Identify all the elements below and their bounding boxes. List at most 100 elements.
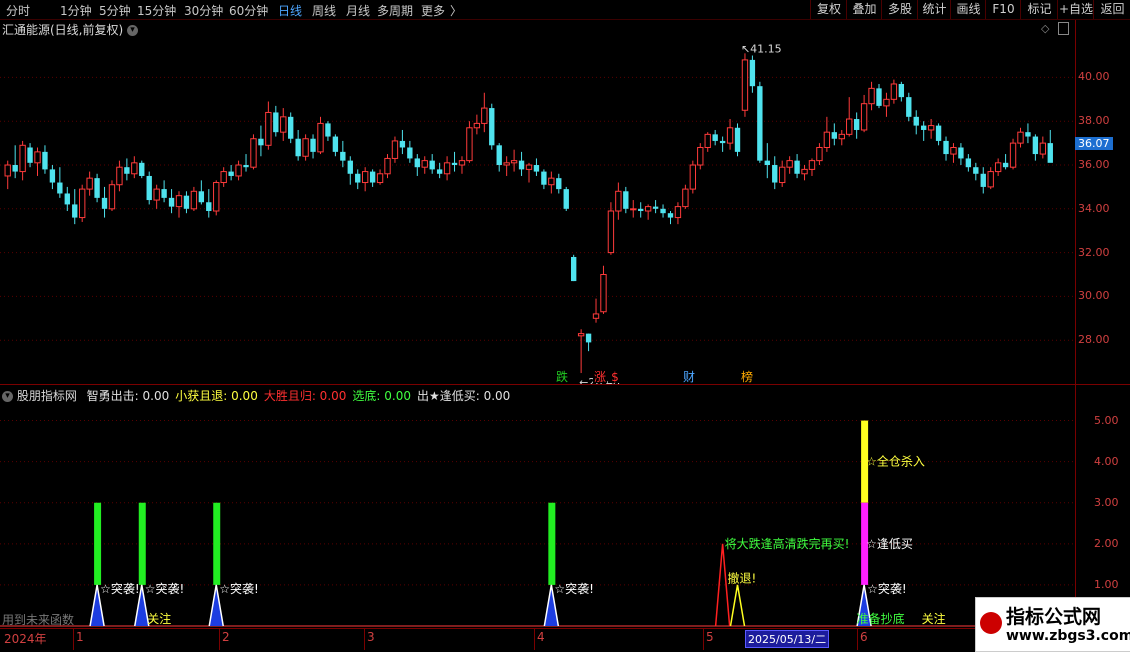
candle-body xyxy=(712,134,718,141)
candle-body xyxy=(726,127,734,144)
candle-body xyxy=(57,182,63,194)
candle-body xyxy=(823,131,831,148)
candle-body xyxy=(719,140,726,144)
candle-body xyxy=(1047,143,1053,163)
candle-body xyxy=(987,171,994,188)
candle-body xyxy=(206,202,212,211)
candle-body xyxy=(541,171,547,185)
indicator-tick-label: 5.00 xyxy=(1094,413,1119,427)
candle-body xyxy=(556,178,562,190)
toolbar-button-0[interactable]: 复权 xyxy=(810,0,847,19)
date-divider xyxy=(857,629,858,650)
toolbar-button-4[interactable]: 画线 xyxy=(950,0,986,19)
candle-body xyxy=(64,193,70,205)
candle-body xyxy=(198,191,205,203)
low-buy-label: ☆逢低买 xyxy=(866,537,913,551)
date-label: 1 xyxy=(76,630,84,644)
period-tab-3[interactable]: 15分钟 xyxy=(137,2,176,19)
toolbar-button-7[interactable]: +自选 xyxy=(1057,0,1094,19)
toolbar-button-8[interactable]: 返回 xyxy=(1093,0,1130,19)
candle-body xyxy=(533,165,540,172)
panel-toggle-icon[interactable] xyxy=(1058,22,1069,35)
date-divider xyxy=(364,629,365,650)
diamond-icon[interactable]: ◇ xyxy=(1041,22,1049,35)
attack-label: ☆突袭! xyxy=(145,581,185,596)
candle-body xyxy=(734,127,741,152)
candle-body xyxy=(615,190,622,212)
candle-body xyxy=(630,208,637,211)
indicator-tick-label: 1.00 xyxy=(1094,577,1119,591)
period-tab-5[interactable]: 60分钟 xyxy=(229,2,268,19)
candle-body xyxy=(965,158,972,168)
candle-body xyxy=(168,197,175,207)
candle-body xyxy=(779,166,786,184)
period-tab-0[interactable]: 分时 xyxy=(6,2,30,19)
toolbar-button-1[interactable]: 叠加 xyxy=(846,0,882,19)
event-marker[interactable]: 榜 xyxy=(740,369,754,384)
event-marker[interactable]: $ xyxy=(608,369,622,384)
candle-body xyxy=(1032,136,1039,155)
candle-body xyxy=(525,164,533,170)
period-tab-10[interactable]: 更多 xyxy=(421,2,445,19)
candle-body xyxy=(674,206,682,219)
period-tab-1[interactable]: 1分钟 xyxy=(60,2,92,19)
candle-body xyxy=(846,118,853,135)
candle-body xyxy=(667,213,674,218)
candle-body xyxy=(79,188,86,219)
candle-body xyxy=(473,122,481,129)
candle-body xyxy=(927,125,935,131)
retreat-peak xyxy=(729,584,746,627)
event-marker[interactable]: 财 xyxy=(682,369,696,384)
title-dropdown-icon[interactable]: ▾ xyxy=(127,25,139,36)
candle-body xyxy=(288,116,294,139)
candle-body xyxy=(12,165,18,172)
price-chart[interactable]: ↖41.15←26.48跌涨$财榜 xyxy=(0,38,1075,384)
candle-body xyxy=(1017,131,1024,144)
indicator-chart[interactable]: ☆全仓杀入☆全仓杀入☆全仓杀入☆突袭!☆突袭!☆突袭!☆突袭!☆突袭!☆突袭!☆… xyxy=(0,400,1075,628)
event-marker[interactable]: 跌 xyxy=(555,369,569,384)
candle-body xyxy=(489,108,495,146)
candle-body xyxy=(265,111,272,146)
candle-body xyxy=(94,178,100,198)
candle-body xyxy=(592,313,600,319)
candle-body xyxy=(950,146,957,155)
event-marker-text: 财 xyxy=(683,370,695,384)
candle-body xyxy=(101,197,108,209)
toolbar-button-2[interactable]: 多股 xyxy=(881,0,918,19)
candle-body xyxy=(213,182,220,212)
candle-body xyxy=(980,173,986,187)
candle-body xyxy=(883,98,890,107)
candle-body xyxy=(34,151,41,164)
period-tab-7[interactable]: 周线 xyxy=(312,2,336,19)
event-marker-text: 榜 xyxy=(741,369,753,384)
select-bottom-bar xyxy=(138,502,146,585)
period-tab-2[interactable]: 5分钟 xyxy=(99,2,131,19)
candle-body xyxy=(563,189,569,209)
candle-body xyxy=(764,160,770,166)
candle-body xyxy=(749,59,756,87)
candle-body xyxy=(697,146,704,166)
candle-body xyxy=(280,116,287,133)
period-tab-4[interactable]: 30分钟 xyxy=(184,2,223,19)
date-divider xyxy=(703,629,704,650)
event-marker[interactable]: 涨 xyxy=(593,369,607,384)
date-label: 3 xyxy=(367,630,375,644)
date-label: 5 xyxy=(706,630,714,644)
period-tab-6[interactable]: 日线 xyxy=(278,2,302,19)
candle-body xyxy=(42,151,48,170)
date-divider xyxy=(219,629,220,650)
candle-body xyxy=(689,164,697,190)
candle-body xyxy=(644,206,652,212)
period-tab-8[interactable]: 月线 xyxy=(346,2,370,19)
more-arrow-icon[interactable]: 〉 xyxy=(450,2,462,19)
stock-title: 汇通能源(日线,前复权) xyxy=(2,23,124,37)
candle-body xyxy=(369,171,376,183)
date-label: 6 xyxy=(860,630,868,644)
toolbar-button-3[interactable]: 统计 xyxy=(917,0,951,19)
candle-body xyxy=(19,144,26,173)
toolbar-button-6[interactable]: 标记 xyxy=(1020,0,1058,19)
candle-body xyxy=(325,123,331,137)
toolbar-button-5[interactable]: F10 xyxy=(985,0,1021,19)
period-tab-9[interactable]: 多周期 xyxy=(377,2,413,19)
current-price-tag: 36.07 xyxy=(1075,137,1113,150)
